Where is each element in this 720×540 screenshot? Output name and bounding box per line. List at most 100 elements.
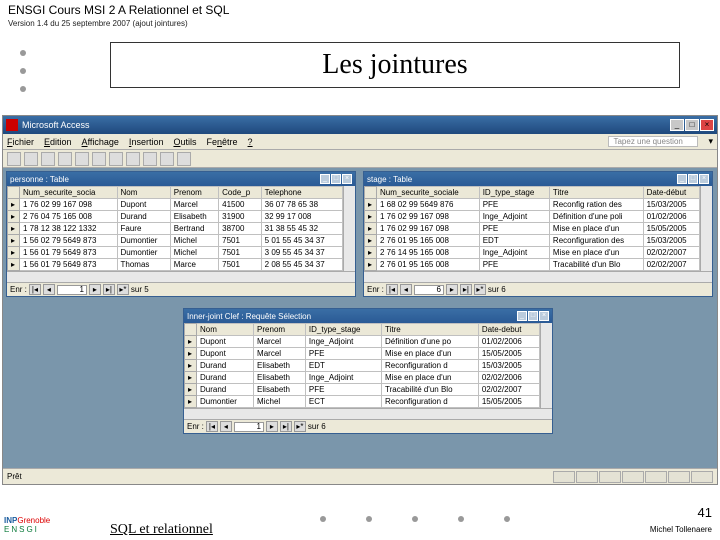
col-header[interactable]: Num_securite_sociale [377, 187, 480, 199]
cell[interactable]: PFE [479, 199, 549, 211]
nav-pos[interactable] [234, 422, 264, 432]
cell[interactable]: 02/02/2007 [643, 247, 699, 259]
toolbar-button[interactable] [41, 152, 55, 166]
nav-pos[interactable] [57, 285, 87, 295]
col-header[interactable]: ID_type_stage [479, 187, 549, 199]
table-row[interactable]: ▸2 76 14 95 165 008Inge_AdjointMise en p… [365, 247, 700, 259]
table-row[interactable]: ▸DupontMarcelInge_AdjointDéfinition d'un… [185, 336, 540, 348]
col-header[interactable]: Code_p [219, 187, 261, 199]
nav-last[interactable]: ▸| [103, 284, 115, 295]
table-row[interactable]: ▸2 76 04 75 165 008DurandElisabeth319003… [8, 211, 343, 223]
nav-first[interactable]: |◂ [29, 284, 41, 295]
cell[interactable]: Définition d'une po [382, 336, 479, 348]
col-header[interactable]: ID_type_stage [305, 324, 381, 336]
cell[interactable]: Dupont [117, 199, 170, 211]
col-header[interactable]: Telephone [261, 187, 342, 199]
cell[interactable]: 02/02/2006 [478, 372, 539, 384]
cell[interactable]: Dumontier [197, 396, 254, 408]
cell[interactable]: Michel [254, 396, 306, 408]
col-header[interactable]: Nom [117, 187, 170, 199]
cell[interactable]: PFE [479, 223, 549, 235]
cell[interactable]: Durand [117, 211, 170, 223]
cell[interactable]: 2 08 55 45 34 37 [261, 259, 342, 271]
sub-min[interactable]: _ [517, 311, 527, 321]
col-header[interactable]: Prenom [254, 324, 306, 336]
menu-edition[interactable]: Edition [44, 137, 72, 147]
cell[interactable]: PFE [305, 384, 381, 396]
toolbar-button[interactable] [160, 152, 174, 166]
nav-new[interactable]: ▸* [474, 284, 486, 295]
table-row[interactable]: ▸DupontMarcelPFEMise en place d'un15/05/… [185, 348, 540, 360]
cell[interactable]: 32 99 17 008 [261, 211, 342, 223]
cell[interactable]: EDT [479, 235, 549, 247]
cell[interactable]: 36 07 78 65 38 [261, 199, 342, 211]
cell[interactable]: Dupont [197, 348, 254, 360]
cell[interactable]: 01/02/2006 [478, 336, 539, 348]
table-row[interactable]: ▸1 76 02 99 167 098PFEMise en place d'un… [365, 223, 700, 235]
table-row[interactable]: ▸2 76 01 95 165 008PFETracabilité d'un B… [365, 259, 700, 271]
cell[interactable]: 1 78 12 38 122 1332 [20, 223, 118, 235]
col-header[interactable]: Titre [382, 324, 479, 336]
table-row[interactable]: ▸1 68 02 99 5649 876PFEReconfig ration d… [365, 199, 700, 211]
cell[interactable]: 1 56 01 79 5649 873 [20, 247, 118, 259]
cell[interactable]: 1 56 01 79 5649 873 [20, 259, 118, 271]
cell[interactable]: Thomas [117, 259, 170, 271]
toolbar-button[interactable] [75, 152, 89, 166]
close-button[interactable]: × [700, 119, 714, 131]
horizontal-scrollbar[interactable] [7, 271, 355, 282]
table-row[interactable]: ▸DumontierMichelECTReconfiguration d15/0… [185, 396, 540, 408]
cell[interactable]: Dupont [197, 336, 254, 348]
cell[interactable]: Elisabeth [254, 360, 306, 372]
cell[interactable]: 15/05/2005 [643, 223, 699, 235]
table-row[interactable]: ▸1 56 01 79 5649 873DumontierMichel75013… [8, 247, 343, 259]
vertical-scrollbar[interactable] [540, 323, 552, 408]
cell[interactable]: 15/05/2005 [478, 396, 539, 408]
toolbar-button[interactable] [109, 152, 123, 166]
nav-prev[interactable]: ◂ [400, 284, 412, 295]
cell[interactable]: Marcel [170, 199, 218, 211]
nav-first[interactable]: |◂ [386, 284, 398, 295]
menu-outils[interactable]: Outils [173, 137, 196, 147]
menu-help[interactable]: ? [248, 137, 253, 147]
nav-new[interactable]: ▸* [294, 421, 306, 432]
cell[interactable]: EDT [305, 360, 381, 372]
menu-insertion[interactable]: Insertion [129, 137, 164, 147]
cell[interactable]: Faure [117, 223, 170, 235]
toolbar-button[interactable] [58, 152, 72, 166]
cell[interactable]: Elisabeth [254, 384, 306, 396]
cell[interactable]: 2 76 04 75 165 008 [20, 211, 118, 223]
cell[interactable]: Durand [197, 360, 254, 372]
cell[interactable]: Définition d'une poli [549, 211, 643, 223]
cell[interactable]: Elisabeth [170, 211, 218, 223]
menu-fenetre[interactable]: Fenêtre [207, 137, 238, 147]
cell[interactable]: Reconfiguration d [382, 396, 479, 408]
cell[interactable]: 7501 [219, 259, 261, 271]
cell[interactable]: 7501 [219, 235, 261, 247]
sub-close[interactable]: × [539, 311, 549, 321]
cell[interactable]: 02/02/2007 [478, 384, 539, 396]
col-header[interactable]: Prenom [170, 187, 218, 199]
sub-max[interactable]: □ [528, 311, 538, 321]
cell[interactable]: Durand [197, 384, 254, 396]
cell[interactable]: 1 76 02 99 167 098 [20, 199, 118, 211]
cell[interactable]: 15/03/2005 [478, 360, 539, 372]
sub-max[interactable]: □ [688, 174, 698, 184]
cell[interactable]: 31 38 55 45 32 [261, 223, 342, 235]
cell[interactable]: PFE [479, 259, 549, 271]
cell[interactable]: ECT [305, 396, 381, 408]
horizontal-scrollbar[interactable] [184, 408, 552, 419]
sub-min[interactable]: _ [320, 174, 330, 184]
cell[interactable]: Mise en place d'un [549, 223, 643, 235]
cell[interactable]: 2 76 01 95 165 008 [377, 235, 480, 247]
cell[interactable]: PFE [305, 348, 381, 360]
cell[interactable]: 5 01 55 45 34 37 [261, 235, 342, 247]
nav-pos[interactable] [414, 285, 444, 295]
cell[interactable]: Mise en place d'un [549, 247, 643, 259]
toolbar-button[interactable] [177, 152, 191, 166]
vertical-scrollbar[interactable] [343, 186, 355, 271]
table-row[interactable]: ▸1 78 12 38 122 1332FaureBertrand3870031… [8, 223, 343, 235]
table-row[interactable]: ▸1 76 02 99 167 098Inge_AdjointDéfinitio… [365, 211, 700, 223]
cell[interactable]: Inge_Adjoint [479, 247, 549, 259]
cell[interactable]: Inge_Adjoint [305, 336, 381, 348]
cell[interactable]: Elisabeth [254, 372, 306, 384]
